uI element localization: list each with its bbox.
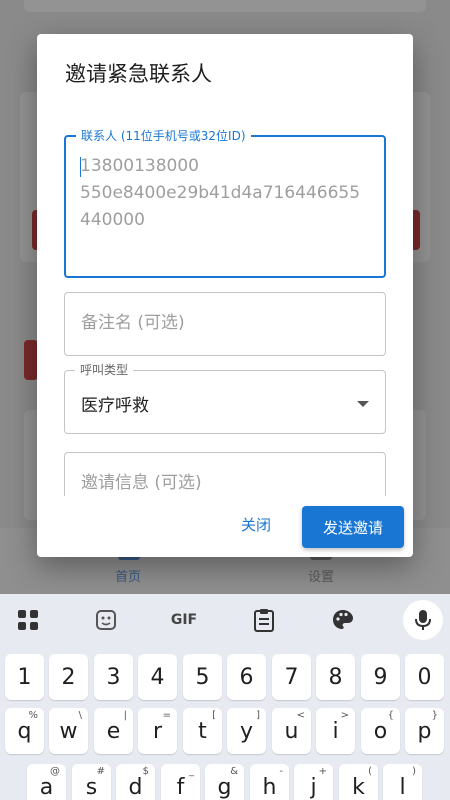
- gif-button[interactable]: GIF: [170, 606, 198, 634]
- contact-placeholder-line-2: 550e8400e29b41d4a716446655: [80, 183, 361, 203]
- background-red-strip: [24, 340, 38, 380]
- key-y[interactable]: ] y: [227, 708, 266, 754]
- key-q[interactable]: % q: [5, 708, 44, 754]
- dialog-actions: 关闭 发送邀请: [37, 496, 413, 557]
- key-r[interactable]: = r: [138, 708, 177, 754]
- palette-icon[interactable]: [329, 606, 357, 634]
- dialog-title: 邀请紧急联系人: [65, 62, 212, 86]
- invite-message-input[interactable]: 邀请信息 (可选): [64, 452, 386, 496]
- contact-input[interactable]: 联系人 (11位手机号或32位ID) 13800138000 550e8400e…: [64, 128, 386, 278]
- send-invite-button[interactable]: 发送邀请: [302, 506, 404, 548]
- key-7[interactable]: 7: [272, 654, 311, 700]
- key-6[interactable]: 6: [227, 654, 266, 700]
- key-p[interactable]: } p: [405, 708, 444, 754]
- close-button[interactable]: 关闭: [225, 506, 287, 542]
- key-o[interactable]: {o: [361, 708, 400, 754]
- keyboard-toolbar: GIF: [0, 594, 450, 646]
- mic-icon[interactable]: [403, 600, 443, 640]
- key-s[interactable]: # s: [72, 764, 111, 800]
- key-i[interactable]: > i: [316, 708, 355, 754]
- call-type-value: 医疗呼救: [81, 396, 149, 416]
- key-5[interactable]: 5: [183, 654, 222, 700]
- apps-grid-icon[interactable]: [14, 606, 42, 634]
- key-e[interactable]: | e: [94, 708, 133, 754]
- key-g[interactable]: & g: [205, 764, 244, 800]
- key-l[interactable]: ) l: [383, 764, 422, 800]
- contact-input-label: 联系人 (11位手机号或32位ID): [76, 128, 251, 144]
- sticker-icon[interactable]: [92, 606, 120, 634]
- key-a[interactable]: @ a: [27, 764, 66, 800]
- key-j[interactable]: + j: [294, 764, 333, 800]
- key-t[interactable]: [t: [183, 708, 222, 754]
- invite-message-placeholder: 邀请信息 (可选): [81, 473, 202, 493]
- key-f[interactable]: _ f: [161, 764, 200, 800]
- contact-placeholder-line-1: 13800138000: [80, 156, 199, 176]
- nav-home[interactable]: 首页: [88, 566, 168, 585]
- background-card-top: [24, 0, 426, 12]
- note-name-placeholder: 备注名 (可选): [81, 313, 185, 333]
- key-9[interactable]: 9: [361, 654, 400, 700]
- key-1[interactable]: 1: [5, 654, 44, 700]
- key-k[interactable]: (k: [339, 764, 378, 800]
- key-u[interactable]: < u: [272, 708, 311, 754]
- note-name-input[interactable]: 备注名 (可选): [64, 292, 386, 356]
- key-3[interactable]: 3: [94, 654, 133, 700]
- dropdown-arrow-icon: [357, 401, 369, 407]
- key-d[interactable]: $ d: [116, 764, 155, 800]
- call-type-select[interactable]: 呼叫类型 医疗呼救: [64, 362, 386, 434]
- key-w[interactable]: \ w: [49, 708, 88, 754]
- invite-contact-dialog: 邀请紧急联系人 联系人 (11位手机号或32位ID) 13800138000 5…: [37, 34, 413, 557]
- soft-keyboard: GIF 1 2 3 4 5 6 7 8 9 0 % q \ w | e = r [t ]…: [0, 594, 450, 800]
- key-4[interactable]: 4: [138, 654, 177, 700]
- key-8[interactable]: 8: [316, 654, 355, 700]
- key-0[interactable]: 0: [405, 654, 444, 700]
- key-2[interactable]: 2: [49, 654, 88, 700]
- nav-settings[interactable]: 设置: [281, 566, 361, 585]
- key-h[interactable]: -h: [250, 764, 289, 800]
- dialog-body[interactable]: 联系人 (11位手机号或32位ID) 13800138000 550e8400e…: [37, 104, 413, 496]
- contact-placeholder-line-3: 440000: [80, 210, 145, 230]
- call-type-label: 呼叫类型: [75, 362, 134, 378]
- clipboard-icon[interactable]: [250, 606, 278, 634]
